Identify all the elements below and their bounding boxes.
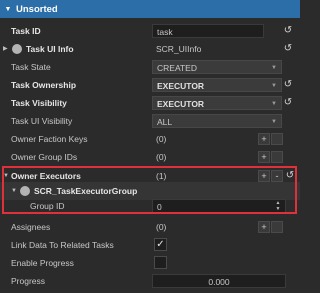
row-task-visibility: Task Visibility EXECUTOR ▼ ↺ <box>0 94 300 112</box>
row-owner-faction-keys: Owner Faction Keys (0) + <box>0 130 300 148</box>
link-data-checkbox[interactable]: ✓ <box>154 238 167 251</box>
add-item-button[interactable]: + <box>258 221 270 233</box>
task-id-label: Task ID <box>11 26 41 36</box>
task-ui-visibility-label: Task UI Visibility <box>11 116 73 126</box>
chevron-down-icon: ▼ <box>271 65 277 71</box>
reset-icon[interactable]: ↺ <box>282 95 294 111</box>
row-enable-progress: Enable Progress <box>0 254 300 272</box>
task-state-select[interactable]: CREATED ▼ <box>152 60 282 74</box>
task-state-value: CREATED <box>157 63 197 73</box>
expand-arrow-icon[interactable]: ▶ <box>3 40 8 58</box>
enable-progress-checkbox[interactable] <box>154 256 167 269</box>
row-progress: Progress 0.000 <box>0 272 300 290</box>
task-visibility-select[interactable]: EXECUTOR ▼ <box>152 96 282 110</box>
section-title: Unsorted <box>16 3 58 15</box>
owner-executors-count: (1) <box>156 171 167 181</box>
add-item-button[interactable]: + <box>258 151 270 163</box>
object-circle-icon <box>20 186 30 196</box>
row-link-data: Link Data To Related Tasks ✓ <box>0 236 300 254</box>
add-item-button[interactable]: + <box>258 133 270 145</box>
chevron-down-icon: ▼ <box>271 101 277 107</box>
task-ui-visibility-select[interactable]: ALL ▼ <box>152 114 282 128</box>
spinner-arrows-icon[interactable]: ▲ ▼ <box>275 200 281 212</box>
row-task-ownership: Task Ownership EXECUTOR ▼ ↺ <box>0 76 300 94</box>
group-id-value: 0 <box>157 202 162 212</box>
row-task-ui-info: ▶ Task UI Info SCR_UIInfo ↺ <box>0 40 300 58</box>
owner-group-ids-count: (0) <box>156 152 167 162</box>
link-data-label: Link Data To Related Tasks <box>11 240 114 250</box>
add-item-button[interactable]: + <box>258 170 270 182</box>
remove-item-button[interactable]: - <box>271 170 283 182</box>
reset-icon[interactable]: ↺ <box>282 41 294 57</box>
assignees-count: (0) <box>156 222 167 232</box>
task-ui-info-value: SCR_UIInfo <box>156 44 202 54</box>
progress-label: Progress <box>11 276 46 286</box>
owner-faction-keys-count: (0) <box>156 134 167 144</box>
remove-item-button[interactable] <box>271 151 283 163</box>
remove-item-button[interactable] <box>271 221 283 233</box>
task-ui-visibility-value: ALL <box>157 117 173 127</box>
group-id-label: Group ID <box>30 201 65 211</box>
task-ownership-select[interactable]: EXECUTOR ▼ <box>152 78 282 92</box>
row-task-id: Task ID task ↺ <box>0 22 300 40</box>
section-header-unsorted[interactable]: ▼ Unsorted <box>0 0 300 18</box>
row-group-id: Group ID 0 ▲ ▼ <box>0 197 300 215</box>
row-assignees: Assignees (0) + <box>0 218 300 236</box>
task-ownership-label: Task Ownership <box>11 80 77 90</box>
remove-item-button[interactable] <box>271 133 283 145</box>
object-circle-icon <box>12 44 22 54</box>
assignees-label: Assignees <box>11 222 51 232</box>
chevron-down-icon: ▼ <box>271 119 277 125</box>
collapse-arrow-icon[interactable]: ▼ <box>0 6 16 13</box>
chevron-down-icon: ▼ <box>271 83 277 89</box>
row-owner-group-ids: Owner Group IDs (0) + <box>0 148 300 166</box>
task-visibility-label: Task Visibility <box>11 98 67 108</box>
reset-icon[interactable]: ↺ <box>282 77 294 93</box>
group-id-input[interactable]: 0 ▲ ▼ <box>152 199 286 213</box>
task-id-input[interactable]: task <box>152 24 264 38</box>
owner-group-ids-label: Owner Group IDs <box>11 152 78 162</box>
task-visibility-value: EXECUTOR <box>157 99 205 109</box>
owner-faction-keys-label: Owner Faction Keys <box>11 134 88 144</box>
task-ownership-value: EXECUTOR <box>157 81 205 91</box>
task-ui-info-label: Task UI Info <box>26 44 74 54</box>
task-state-label: Task State <box>11 62 51 72</box>
row-task-state: Task State CREATED ▼ <box>0 58 300 76</box>
enable-progress-label: Enable Progress <box>11 258 74 268</box>
progress-input[interactable]: 0.000 <box>152 274 286 288</box>
row-task-ui-visibility: Task UI Visibility ALL ▼ <box>0 112 300 130</box>
reset-icon[interactable]: ↺ <box>282 23 294 39</box>
